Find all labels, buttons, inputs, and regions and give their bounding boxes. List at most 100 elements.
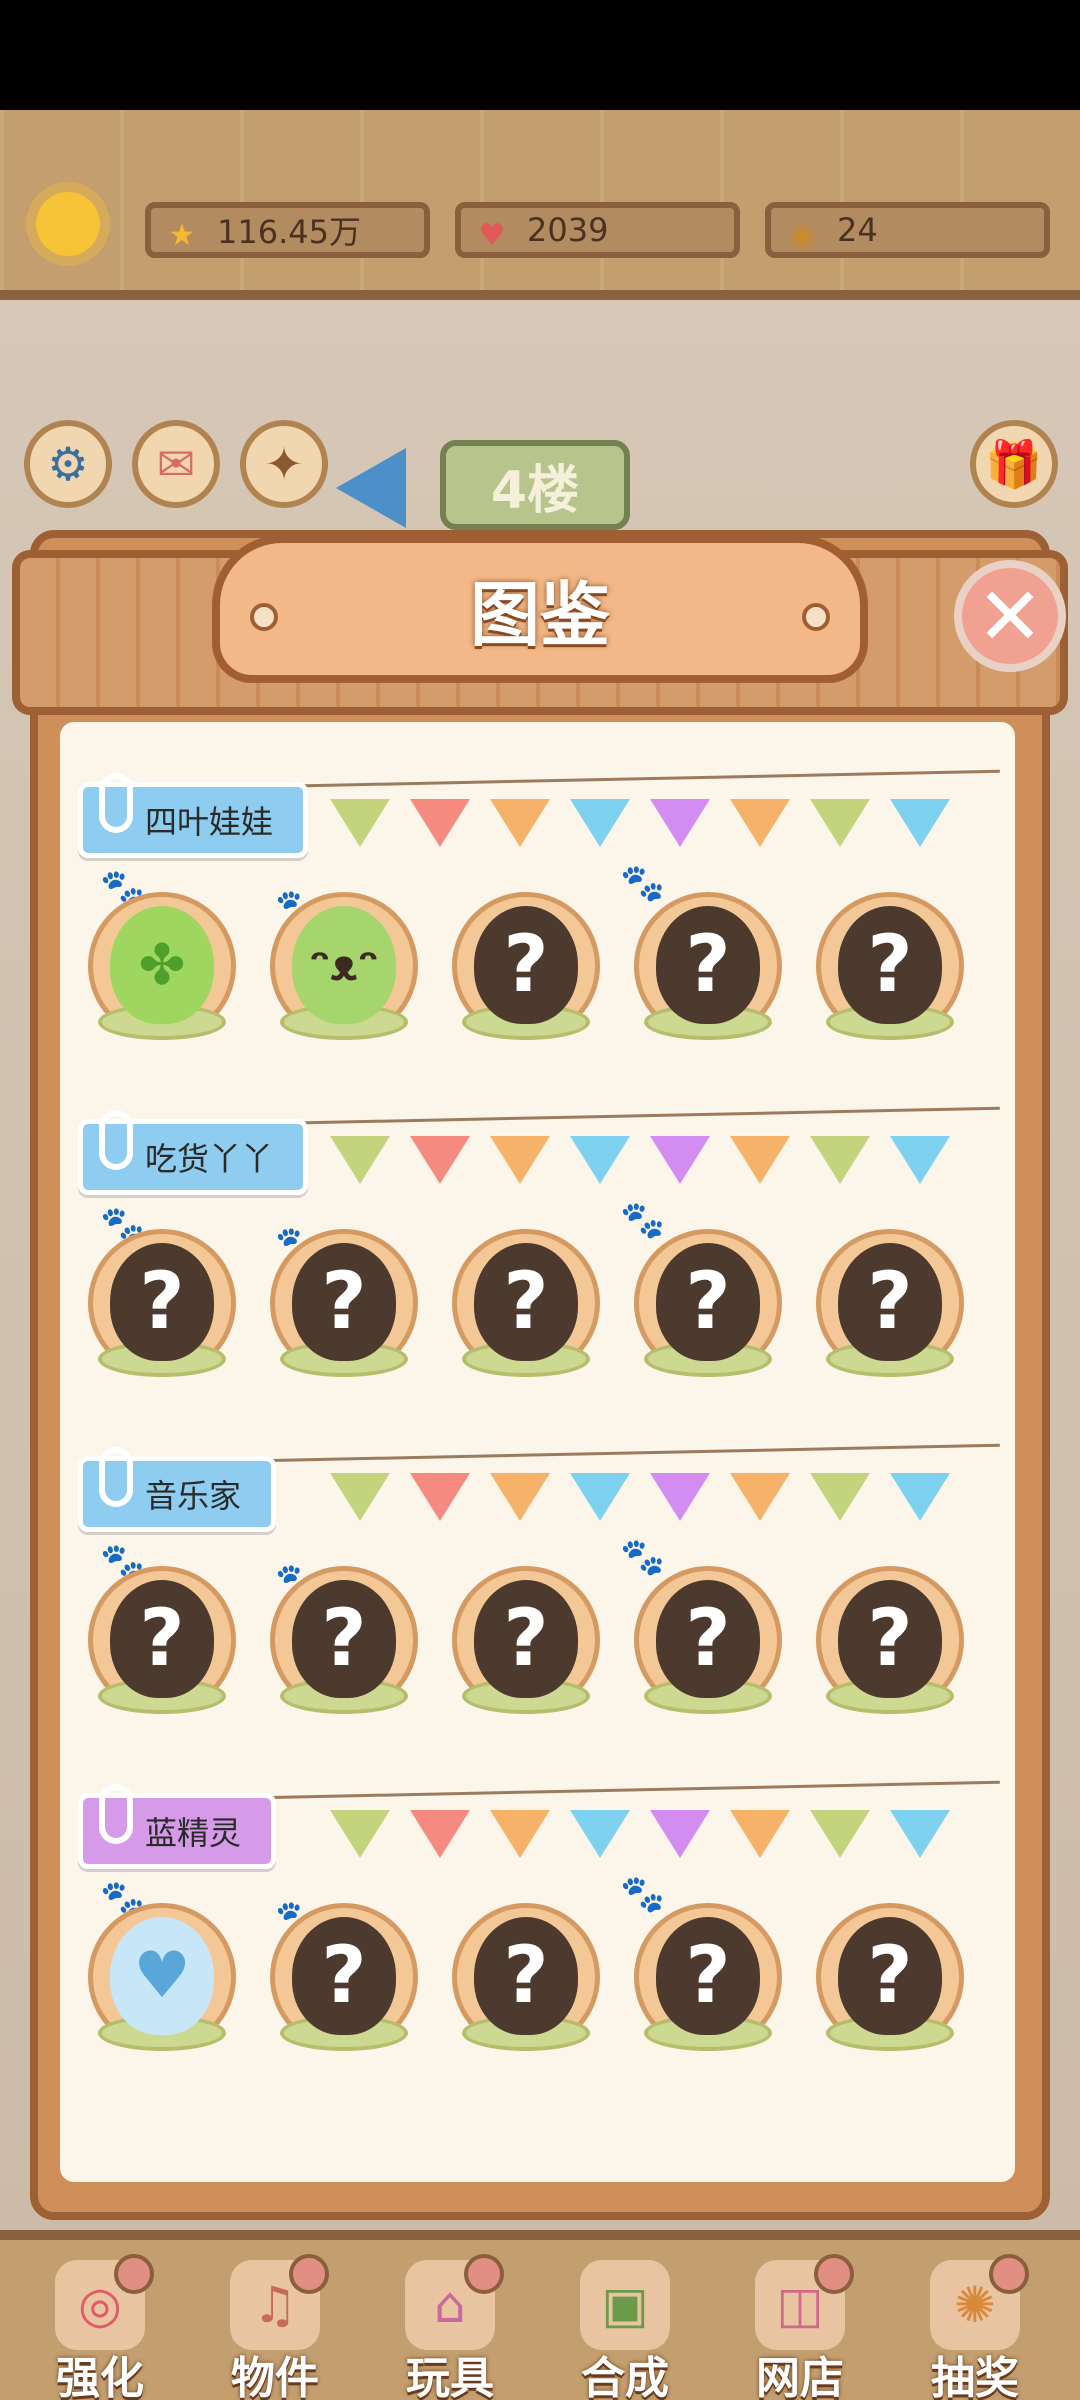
coin-icon: ◉ [788,217,816,253]
category-name: 四叶娃娃 [145,803,274,841]
collection-slot[interactable]: ? [88,1566,236,1726]
paperclip-icon [99,1447,133,1507]
collection-slot[interactable]: ? [816,1903,964,2063]
category-section: 音乐家 🐾 🐾 🐾 ? ? ? ? ? [60,1443,1015,1751]
nav-label: 网店 [756,2353,844,2400]
plate-rivet [250,603,278,631]
collection-slot[interactable]: ♥ [88,1903,236,2063]
status-bar [0,0,1080,110]
game-screen: ★ 116.45万 ♥ 2039 ◉ 24 ⚙ ✉ ✦ 4楼 🎁 图鉴 ✕ 四叶… [0,110,1080,2400]
notification-dot [114,2254,154,2294]
notification-dot [814,2254,854,2294]
coins-value: 24 [837,211,878,249]
clover-egg-icon: ✤ [110,906,214,1024]
bunting-flags [330,799,950,847]
question-mark-icon: ? [110,1243,214,1361]
nav-items[interactable]: ♫ 物件 [195,2254,355,2400]
nav-toys[interactable]: ⌂ 玩具 [370,2254,530,2400]
collection-slot[interactable]: ? [270,1903,418,2063]
collection-slot[interactable]: ? [816,892,964,1052]
nav-label: 合成 [581,2353,669,2400]
collection-slot[interactable]: ? [816,1229,964,1389]
bunting-flags [330,1136,950,1184]
collection-slot[interactable]: ? [634,1903,782,2063]
question-mark-icon: ? [656,906,760,1024]
nav-label: 抽奖 [931,2353,1019,2400]
notification-dot [289,2254,329,2294]
cards-icon: ▣ [580,2260,670,2350]
question-mark-icon: ? [292,1243,396,1361]
collection-slots: ♥ ? ? ? ? [88,1903,964,2063]
back-arrow-icon[interactable] [336,448,406,528]
book-icon[interactable]: ✦ [240,420,328,508]
nav-upgrade[interactable]: ◎ 强化 [20,2254,180,2400]
question-mark-icon: ? [656,1580,760,1698]
nav-label: 物件 [231,2353,319,2400]
category-name: 音乐家 [145,1477,242,1515]
category-name: 吃货丫丫 [145,1140,274,1178]
bunting-flags [330,1473,950,1521]
floor-sign: 4楼 [440,440,630,530]
paperclip-icon [99,773,133,833]
collection-slot[interactable]: ? [634,1229,782,1389]
collection-slot[interactable]: ✤ [88,892,236,1052]
nav-lottery[interactable]: ✺ 抽奖 [895,2254,1055,2400]
question-mark-icon: ? [656,1917,760,2035]
collection-slot[interactable]: ? [452,1566,600,1726]
category-section: 四叶娃娃 🐾 🐾 🐾 ✤ ᵔᴥᵔ ? ? ? [60,769,1015,1077]
question-mark-icon: ? [474,1917,578,2035]
collection-slots: ? ? ? ? ? [88,1229,964,1389]
question-mark-icon: ? [110,1580,214,1698]
plate-rivet [802,603,830,631]
collection-slot[interactable]: ? [88,1229,236,1389]
collection-slot[interactable]: ? [452,1903,600,2063]
notification-dot [989,2254,1029,2294]
heart-bunny-egg-icon: ♥ [110,1917,214,2035]
category-name: 蓝精灵 [145,1814,242,1852]
dialog-title-plate: 图鉴 [212,535,868,683]
sun-icon[interactable] [36,192,100,256]
collection-slot[interactable]: ? [634,892,782,1052]
collection-slot[interactable]: ? [270,1566,418,1726]
gift-icon[interactable]: 🎁 [970,420,1058,508]
nav-merge[interactable]: ▣ 合成 [545,2260,705,2400]
collection-slots: ? ? ? ? ? [88,1566,964,1726]
dialog-title: 图鉴 [470,573,610,656]
question-mark-icon: ? [474,1580,578,1698]
nav-label: 强化 [56,2353,144,2400]
notification-dot [464,2254,504,2294]
collection-slots: ✤ ᵔᴥᵔ ? ? ? [88,892,964,1052]
collection-slot[interactable]: ? [270,1229,418,1389]
category-tag: 音乐家 [78,1447,277,1532]
question-mark-icon: ? [474,906,578,1024]
hearts-value: 2039 [527,211,609,249]
nav-shop[interactable]: ◫ 网店 [720,2254,880,2400]
nav-label: 玩具 [406,2353,494,2400]
star-icon: ★ [168,217,196,253]
cracked-egg-character-icon: ᵔᴥᵔ [292,906,396,1024]
category-tag: 吃货丫丫 [78,1110,309,1195]
settings-gear-icon[interactable]: ⚙ [24,420,112,508]
mail-icon[interactable]: ✉ [132,420,220,508]
question-mark-icon: ? [292,1917,396,2035]
category-tag: 蓝精灵 [78,1784,277,1869]
question-mark-icon: ? [838,906,942,1024]
close-icon[interactable]: ✕ [954,560,1066,672]
collection-slot[interactable]: ? [452,1229,600,1389]
stars-value: 116.45万 [217,213,361,251]
question-mark-icon: ? [656,1243,760,1361]
question-mark-icon: ? [838,1243,942,1361]
collection-slot[interactable]: ? [634,1566,782,1726]
stars-counter: ★ 116.45万 [145,202,430,258]
bunting-flags [330,1810,950,1858]
collection-slot[interactable]: ᵔᴥᵔ [270,892,418,1052]
collection-slot[interactable]: ? [816,1566,964,1726]
question-mark-icon: ? [838,1580,942,1698]
collection-slot[interactable]: ? [452,892,600,1052]
question-mark-icon: ? [474,1243,578,1361]
hearts-counter: ♥ 2039 [455,202,740,258]
paperclip-icon [99,1784,133,1844]
category-section: 蓝精灵 🐾 🐾 🐾 ♥ ? ? ? ? [60,1780,1015,2088]
coins-counter: ◉ 24 [765,202,1050,258]
category-tag: 四叶娃娃 [78,773,309,858]
